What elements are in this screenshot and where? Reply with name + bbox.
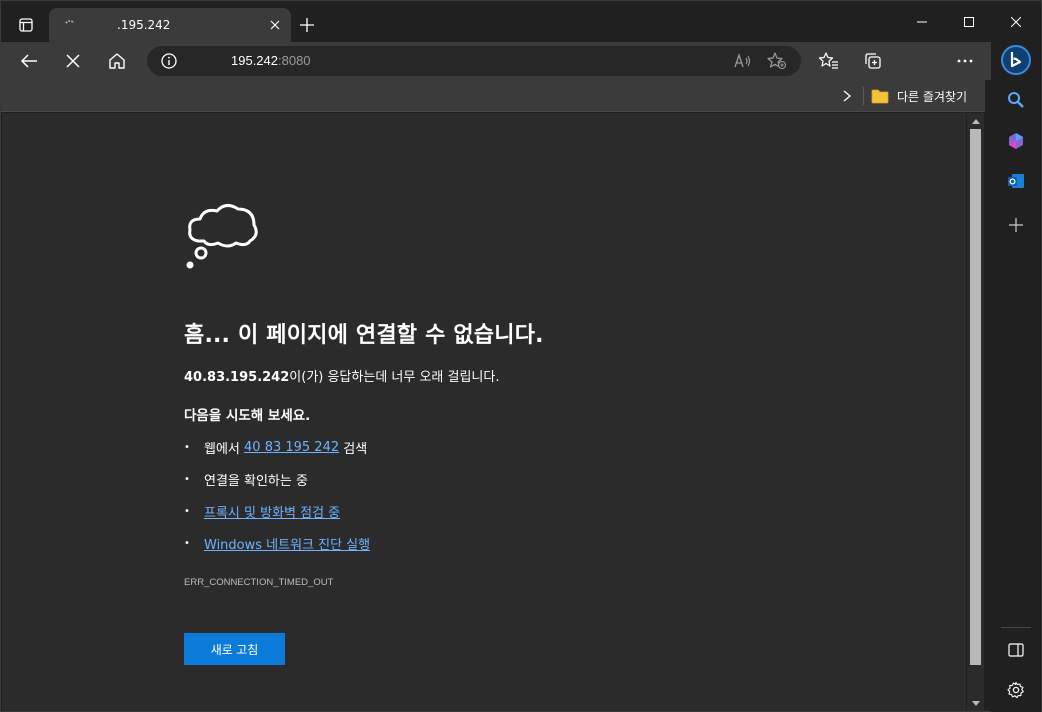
suggestion-item: • Windows 네트워크 진단 실행: [184, 534, 370, 553]
tab-active[interactable]: .195.242: [49, 8, 291, 44]
copilot-icon: [1009, 133, 1023, 149]
maximize-icon: [964, 17, 974, 27]
maximize-button[interactable]: [946, 9, 992, 35]
copilot-button[interactable]: [1000, 125, 1032, 157]
error-heading: 흠... 이 페이지에 연결할 수 없습니다.: [184, 323, 544, 348]
plus-icon: [1009, 218, 1023, 232]
new-tab-button[interactable]: [295, 13, 319, 37]
loading-spinner-icon: [65, 20, 75, 24]
bing-chat-button[interactable]: [1000, 44, 1032, 76]
error-host: 40.83.195.242: [184, 370, 290, 385]
check-proxy-firewall-link[interactable]: 프록시 및 방화벽 점검 중: [204, 502, 340, 521]
back-button[interactable]: [13, 46, 45, 76]
arrow-left-icon: [20, 54, 37, 68]
read-aloud-icon: [734, 53, 751, 68]
suggestion-item: • 웹에서 40 83 195 242 검색: [184, 438, 367, 457]
other-favorites-folder[interactable]: 다른 즐겨찾기: [871, 85, 967, 107]
bullet: •: [184, 474, 190, 485]
collections-icon: [865, 53, 881, 69]
address-url[interactable]: 195.242:8080: [231, 53, 311, 68]
outlook-icon: [1008, 174, 1024, 188]
bing-icon: [1001, 45, 1031, 75]
star-add-icon: [767, 52, 787, 70]
suggestion-item: • 연결을 확인하는 중: [184, 470, 308, 489]
more-horizontal-icon: [957, 59, 973, 63]
add-favorite-button[interactable]: [765, 50, 789, 72]
browser-window: .195.242 195.242:8080 다른 즐겨찾기 흠... 이 페이지…: [0, 0, 1042, 712]
arrow-down-icon: [971, 700, 980, 706]
collections-button[interactable]: [857, 46, 889, 76]
favorites-divider: [863, 87, 864, 105]
folder-icon: [871, 89, 889, 103]
error-detail: 40.83.195.242이(가) 응답하는데 너무 오래 걸립니다.: [184, 366, 500, 385]
favorites-bar: 다른 즐겨찾기: [1, 80, 985, 112]
try-heading: 다음을 시도해 보세요.: [184, 408, 311, 424]
other-favorites-label: 다른 즐겨찾기: [897, 89, 968, 104]
error-detail-text: 이(가) 응답하는데 너무 오래 걸립니다.: [289, 370, 500, 385]
sidebar-settings-button[interactable]: [1000, 674, 1032, 706]
bullet: •: [184, 506, 190, 517]
url-host: 195.242: [231, 53, 278, 68]
favorites-overflow-button[interactable]: [837, 86, 857, 106]
search-icon: [1008, 92, 1024, 108]
hide-sidebar-button[interactable]: [1000, 634, 1032, 666]
close-icon: [270, 20, 280, 30]
bullet: •: [184, 538, 190, 549]
scroll-down-button[interactable]: [970, 698, 981, 708]
plus-icon: [300, 18, 314, 32]
suggestion-text: 연결을 확인하는 중: [204, 474, 308, 489]
read-aloud-button[interactable]: [731, 50, 755, 72]
minimize-button[interactable]: [899, 9, 945, 35]
scroll-thumb[interactable]: [970, 129, 981, 665]
home-button[interactable]: [101, 46, 133, 76]
side-panel: [991, 42, 1041, 712]
thought-cloud-icon: [186, 204, 258, 269]
error-code: ERR_CONNECTION_TIMED_OUT: [184, 577, 334, 588]
arrow-up-icon: [971, 118, 980, 124]
minimize-icon: [917, 21, 927, 23]
sidebar-toggle-icon: [1008, 643, 1024, 657]
sidebar-divider: [1001, 627, 1031, 628]
window-close-button[interactable]: [993, 9, 1039, 35]
close-icon: [66, 54, 80, 68]
suggestion-suffix: 검색: [339, 442, 368, 457]
reload-button[interactable]: 새로 고침: [184, 633, 285, 665]
settings-more-button[interactable]: [949, 46, 981, 76]
chevron-right-icon: [843, 90, 851, 102]
close-icon: [1011, 17, 1021, 27]
network-diagnostics-link[interactable]: Windows 네트워크 진단 실행: [204, 534, 370, 553]
stop-loading-button[interactable]: [57, 46, 89, 76]
tab-close-button[interactable]: [265, 15, 285, 35]
navigation-toolbar: 195.242:8080: [1, 42, 991, 80]
favorites-icon: [819, 52, 838, 69]
address-bar[interactable]: 195.242:8080: [147, 46, 801, 76]
info-icon[interactable]: [161, 53, 177, 69]
favorites-button[interactable]: [813, 46, 845, 76]
add-sidebar-app-button[interactable]: [1000, 209, 1032, 241]
tab-actions-icon: [19, 18, 33, 32]
bullet: •: [184, 442, 190, 453]
vertical-scrollbar[interactable]: [967, 113, 984, 711]
search-sidebar-button[interactable]: [1000, 84, 1032, 116]
outlook-button[interactable]: [1000, 165, 1032, 197]
tab-actions-menu[interactable]: [9, 11, 43, 39]
error-page: [2, 113, 966, 711]
search-web-link[interactable]: 40 83 195 242: [244, 440, 339, 455]
suggestion-item: • 프록시 및 방화벽 점검 중: [184, 502, 340, 521]
tab-strip: .195.242: [1, 1, 1041, 44]
suggestion-prefix: 웹에서: [204, 442, 245, 457]
url-port: :8080: [278, 53, 311, 68]
home-icon: [109, 53, 125, 69]
tab-title: .195.242: [117, 18, 171, 32]
gear-icon: [1007, 681, 1024, 699]
scroll-up-button[interactable]: [970, 116, 981, 126]
